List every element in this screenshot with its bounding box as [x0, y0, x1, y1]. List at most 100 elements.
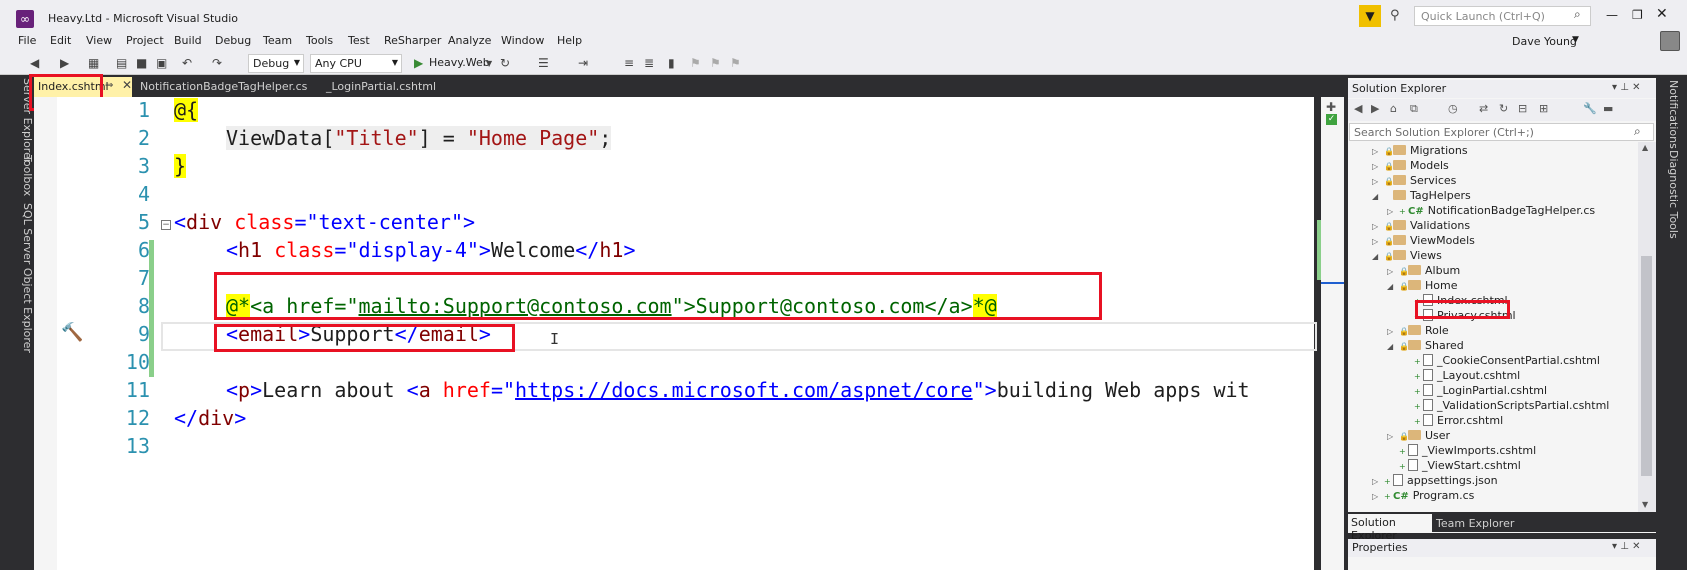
- new-project-icon[interactable]: ▦: [88, 56, 99, 70]
- menu-tools[interactable]: Tools: [306, 34, 333, 47]
- pending-changes-icon[interactable]: ◷: [1448, 102, 1458, 115]
- menu-resharper[interactable]: ReSharper: [384, 34, 441, 47]
- tree-item-user[interactable]: ▷ 🔒 User: [1387, 429, 1450, 442]
- menu-edit[interactable]: Edit: [50, 34, 71, 47]
- server-explorer-tab[interactable]: Server Explorer: [16, 78, 34, 163]
- menu-project[interactable]: Project: [126, 34, 164, 47]
- restore-icon[interactable]: ❐: [1632, 8, 1643, 22]
- tree-item-program-cs[interactable]: ▷ + C# Program.cs: [1372, 489, 1474, 502]
- menu-build[interactable]: Build: [174, 34, 202, 47]
- expand-icon[interactable]: ▷: [1372, 237, 1384, 246]
- properties-icon[interactable]: 🔧: [1583, 102, 1597, 115]
- preview-icon[interactable]: ▬: [1603, 102, 1613, 115]
- search-icon[interactable]: ⌕: [1574, 7, 1581, 22]
- tab-index-cshtml[interactable]: Index.cshtml: [34, 77, 132, 97]
- forward-icon[interactable]: ▶: [1371, 102, 1379, 115]
- expand-icon[interactable]: ▷: [1372, 222, 1384, 231]
- collapse-icon[interactable]: ◢: [1387, 282, 1399, 291]
- undo-icon[interactable]: ↶: [182, 56, 192, 70]
- scroll-up-icon[interactable]: ▲: [1642, 143, 1648, 152]
- forward-icon[interactable]: ▶: [60, 56, 69, 70]
- panel-window-buttons[interactable]: ▾ ⊥ ✕: [1612, 541, 1640, 552]
- tab-team-explorer[interactable]: Team Explorer: [1436, 517, 1514, 530]
- bookmark-next-icon[interactable]: ⚑: [710, 56, 721, 70]
- menu-help[interactable]: Help: [557, 34, 582, 47]
- pin-icon[interactable]: ⇒: [105, 80, 113, 91]
- tree-item-taghelpers[interactable]: ◢ TagHelpers: [1372, 189, 1471, 202]
- tab-loginpartial[interactable]: _LoginPartial.cshtml: [326, 80, 436, 93]
- tree-item-viewimports[interactable]: + _ViewImports.cshtml: [1399, 444, 1536, 457]
- avatar[interactable]: [1660, 31, 1680, 51]
- play-icon[interactable]: ▶: [414, 56, 423, 70]
- refresh-icon[interactable]: ↻: [500, 56, 510, 70]
- solution-search-input[interactable]: Search Solution Explorer (Ctrl+;): [1349, 123, 1654, 141]
- tree-item-validationscriptspartial[interactable]: + _ValidationScriptsPartial.cshtml: [1414, 399, 1609, 412]
- tree-item-models[interactable]: ▷ 🔒 Models: [1372, 159, 1449, 172]
- back-icon[interactable]: ◀: [30, 56, 39, 70]
- collapse-icon[interactable]: ◢: [1372, 252, 1384, 261]
- tree-item-services[interactable]: ▷ 🔒 Services: [1372, 174, 1456, 187]
- tree-item-album[interactable]: ▷ 🔒 Album: [1387, 264, 1460, 277]
- diagnostic-tools-tab[interactable]: Diagnostic Tools: [1662, 150, 1680, 239]
- tree-item-cookieconsentpartial[interactable]: + _CookieConsentPartial.cshtml: [1414, 354, 1600, 367]
- expand-icon[interactable]: ▷: [1372, 162, 1384, 171]
- refresh-icon[interactable]: ↻: [1499, 102, 1508, 115]
- tree-item-views[interactable]: ◢ 🔒 Views: [1372, 249, 1442, 262]
- menu-window[interactable]: Window: [501, 34, 544, 47]
- tree-item-layout[interactable]: + _Layout.cshtml: [1414, 369, 1520, 382]
- search-icon[interactable]: ⌕: [1634, 124, 1641, 139]
- collapse-icon[interactable]: ◢: [1387, 342, 1399, 351]
- split-icon[interactable]: ✚: [1326, 100, 1336, 114]
- sql-server-object-explorer-tab[interactable]: SQL Server Object Explorer: [16, 203, 34, 353]
- expand-icon[interactable]: ▷: [1387, 432, 1399, 441]
- collapse-icon[interactable]: −: [161, 220, 171, 230]
- panel-window-buttons[interactable]: ▾ ⊥ ✕: [1612, 82, 1640, 93]
- tree-item-validations[interactable]: ▷ 🔒 Validations: [1372, 219, 1470, 232]
- scroll-down-icon[interactable]: ▼: [1642, 500, 1648, 509]
- tree-item-home[interactable]: ◢ 🔒 Home: [1387, 279, 1457, 292]
- home-icon[interactable]: ⌂: [1390, 102, 1397, 115]
- configuration-select[interactable]: Debug ▼: [248, 54, 304, 73]
- expand-icon[interactable]: ▷: [1372, 147, 1384, 156]
- expand-icon[interactable]: ▷: [1387, 327, 1399, 336]
- feedback-icon[interactable]: ⚲: [1390, 8, 1400, 23]
- hammer-icon[interactable]: 🔨: [61, 322, 83, 343]
- tree-item-role[interactable]: ▷ 🔒 Role: [1387, 324, 1449, 337]
- menu-debug[interactable]: Debug: [215, 34, 251, 47]
- run-target-button[interactable]: Heavy.Web: [429, 56, 490, 69]
- bookmark-icon[interactable]: ▮: [668, 56, 675, 70]
- chevron-down-icon[interactable]: ▼: [1572, 35, 1579, 45]
- tree-item-viewmodels[interactable]: ▷ 🔒 ViewModels: [1372, 234, 1475, 247]
- redo-icon[interactable]: ↷: [212, 56, 222, 70]
- indent-icon[interactable]: ≣: [644, 56, 654, 70]
- menu-analyze[interactable]: Analyze: [448, 34, 491, 47]
- expand-icon[interactable]: ▷: [1387, 267, 1399, 276]
- collapse-all-icon[interactable]: ⊟: [1518, 102, 1527, 115]
- step-icon[interactable]: ⇥: [578, 56, 588, 70]
- menu-team[interactable]: Team: [263, 34, 292, 47]
- tree-item-appsettings[interactable]: ▷ + appsettings.json: [1372, 474, 1498, 487]
- show-all-files-icon[interactable]: ⊞: [1539, 102, 1548, 115]
- scrollbar-thumb[interactable]: [1641, 256, 1652, 476]
- minimize-icon[interactable]: —: [1606, 8, 1618, 22]
- expand-icon[interactable]: ▷: [1372, 477, 1384, 486]
- bookmark-clear-icon[interactable]: ⚑: [730, 56, 741, 70]
- sync-icon[interactable]: ⇄: [1479, 102, 1488, 115]
- save-all-icon[interactable]: ▣: [156, 56, 167, 70]
- tab-notificationbadgetaghelper[interactable]: NotificationBadgeTagHelper.cs: [140, 80, 307, 93]
- comment-icon[interactable]: ☰: [538, 56, 549, 70]
- tree-item-viewstart[interactable]: + _ViewStart.cshtml: [1399, 459, 1521, 472]
- tree-item-migrations[interactable]: ▷ 🔒 Migrations: [1372, 144, 1468, 157]
- tab-solution-explorer[interactable]: Solution Explorer: [1348, 514, 1432, 542]
- platform-select[interactable]: Any CPU ▼: [310, 54, 402, 73]
- expand-icon[interactable]: ▷: [1372, 177, 1384, 186]
- menu-view[interactable]: View: [86, 34, 112, 47]
- close-icon[interactable]: ✕: [122, 78, 132, 92]
- bookmark-prev-icon[interactable]: ⚑: [690, 56, 701, 70]
- save-icon[interactable]: ■: [136, 56, 147, 70]
- quick-launch-input[interactable]: Quick Launch (Ctrl+Q): [1414, 6, 1591, 26]
- editor-scrollbar[interactable]: [1321, 97, 1344, 570]
- close-icon[interactable]: ✕: [1656, 6, 1668, 22]
- tree-item-error-cshtml[interactable]: + Error.cshtml: [1414, 414, 1503, 427]
- user-name[interactable]: Dave Young: [1512, 35, 1577, 48]
